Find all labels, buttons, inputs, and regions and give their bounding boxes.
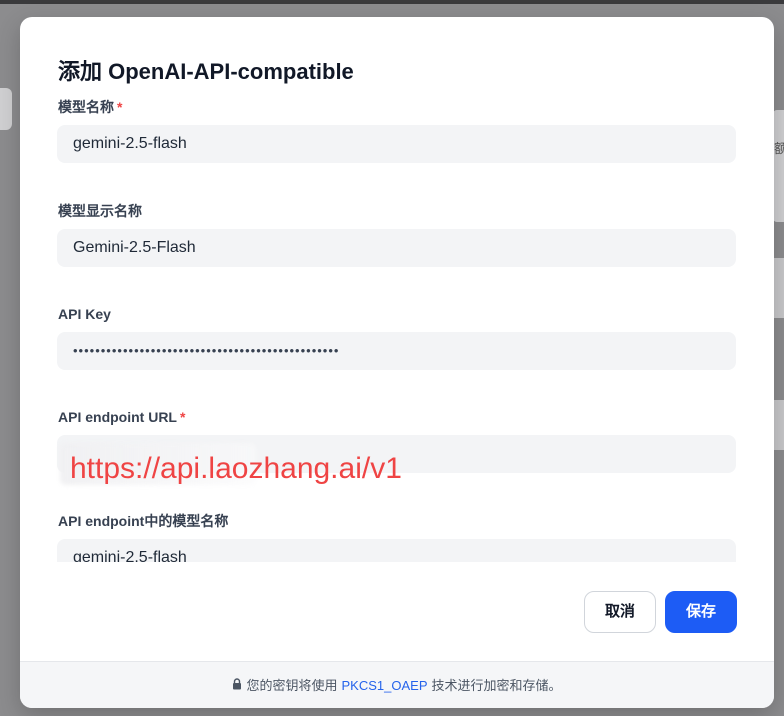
notice-prefix: 您的密钥将使用 xyxy=(246,678,338,693)
model-display-name-input[interactable]: Gemini-2.5-Flash xyxy=(57,229,736,267)
endpoint-model-name-label: API endpoint中的模型名称 xyxy=(58,513,229,529)
api-endpoint-url-label: API endpoint URL * xyxy=(58,409,186,425)
background-panel-block xyxy=(773,258,784,318)
endpoint-model-name-input[interactable]: gemini-2.5-flash xyxy=(57,539,736,562)
api-key-input[interactable]: ••••••••••••••••••••••••••••••••••••••••… xyxy=(57,332,736,370)
model-name-label: 模型名称 * xyxy=(58,99,123,115)
required-mark: * xyxy=(117,99,123,115)
endpoint-url-annotation: https://api.laozhang.ai/v1 xyxy=(70,452,402,485)
save-button[interactable]: 保存 xyxy=(665,591,737,633)
dialog-form-scroll-area[interactable]: 模型名称 * gemini-2.5-flash 模型显示名称 Gemini-2.5… xyxy=(20,95,774,562)
pkcs1-oaep-link[interactable]: PKCS1_OAEP xyxy=(342,678,428,693)
app-top-bar xyxy=(0,0,784,4)
notice-suffix: 技术进行加密和存储。 xyxy=(431,678,562,693)
background-panel xyxy=(773,110,784,222)
background-panel-block xyxy=(773,400,784,450)
background-sidebar-item xyxy=(0,88,12,130)
required-mark: * xyxy=(180,409,186,425)
api-key-label: API Key xyxy=(58,306,111,322)
encryption-notice: 您的密钥将使用 PKCS1_OAEP 技术进行加密和存储。 xyxy=(20,661,774,708)
background-panel-text: 额 xyxy=(774,141,784,156)
model-name-input[interactable]: gemini-2.5-flash xyxy=(57,125,736,163)
add-model-dialog: 添加 OpenAI-API-compatible 模型名称 * gemini-2.… xyxy=(20,17,774,708)
dialog-title: 添加 OpenAI-API-compatible xyxy=(58,59,354,84)
model-display-name-label: 模型显示名称 xyxy=(58,203,142,219)
cancel-button[interactable]: 取消 xyxy=(584,591,656,633)
lock-icon xyxy=(232,662,242,708)
